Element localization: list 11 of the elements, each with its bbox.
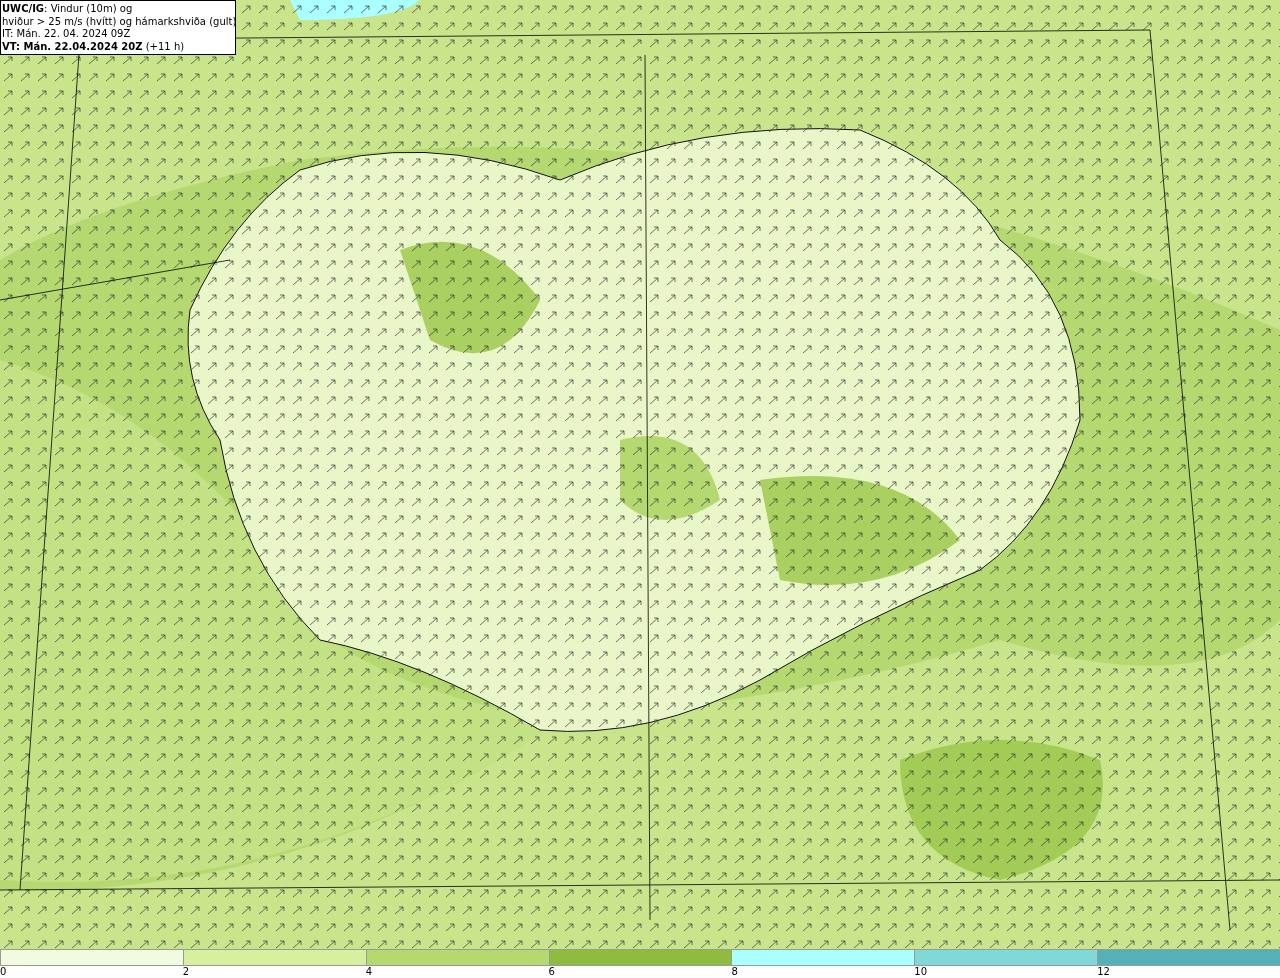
title-line: hviður > 25 m/s (hvítt) og hámarkshviða (gult): [2, 15, 235, 28]
legend-label: 10: [914, 966, 927, 978]
legend-label: 8: [731, 966, 738, 978]
title-line: VT: Mán. 22.04.2024 20Z (+11 h): [2, 40, 186, 54]
title-line: IT: Mán. 22. 04. 2024 09Z: [2, 28, 132, 41]
legend-label: 12: [1097, 966, 1110, 978]
legend-label: 6: [548, 966, 555, 978]
legend-label: 4: [365, 966, 373, 978]
title-line: UWC/IG: Vindur (10m) og: [2, 3, 134, 16]
legend-label: 2: [182, 966, 190, 978]
legend-label: 0: [0, 966, 7, 978]
